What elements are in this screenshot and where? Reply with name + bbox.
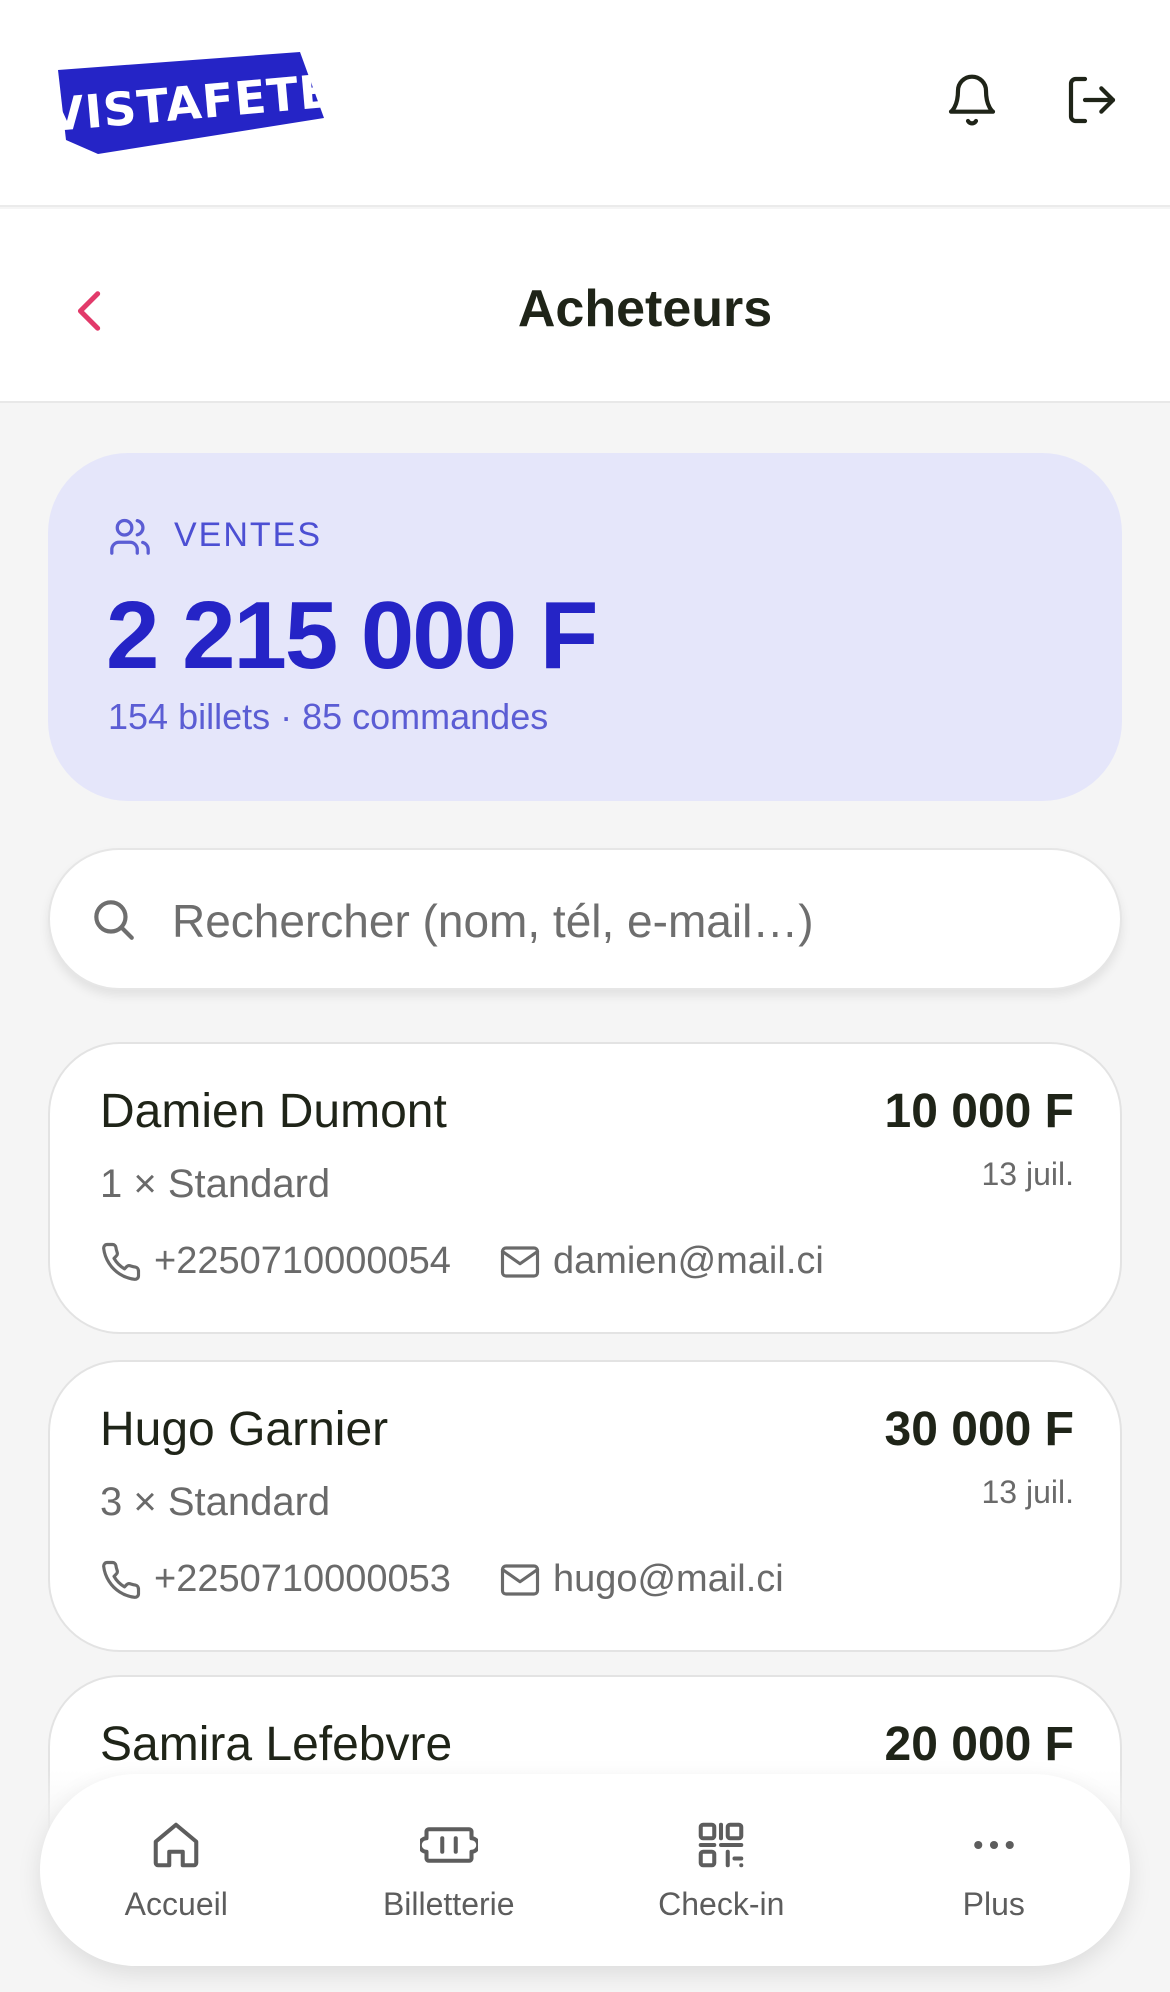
- buyer-email-text: damien@mail.ci: [552, 1240, 824, 1282]
- nav-item-accueil[interactable]: Accueil: [61, 1774, 291, 1966]
- mail-icon: [500, 1245, 540, 1278]
- phone-icon: [102, 1242, 141, 1281]
- summary-label-row: VENTES: [108, 515, 322, 555]
- sales-summary-subtitle: 154 billets · 85 commandes: [108, 696, 549, 737]
- sales-total-amount: 2 215 000 F: [106, 582, 598, 689]
- app-logo[interactable]: VISTAFETE: [46, 52, 334, 154]
- buyer-tickets: 3 × Standard: [100, 1480, 331, 1524]
- buyer-email[interactable]: hugo@mail.ci: [499, 1558, 784, 1601]
- nav-label: Plus: [962, 1885, 1025, 1922]
- top-bar: VISTAFETE: [0, 0, 1170, 207]
- users-icon: [110, 518, 150, 555]
- buyer-tickets: 1 × Standard: [100, 1162, 331, 1206]
- buyer-phone[interactable]: +2250710000053: [100, 1558, 451, 1601]
- bell-icon: [948, 74, 996, 126]
- phone-icon: [102, 1560, 141, 1599]
- search-icon: [94, 900, 134, 940]
- buyer-name: Hugo Garnier: [100, 1403, 389, 1456]
- nav-item-check-in[interactable]: Check-in: [606, 1774, 836, 1966]
- notifications-button[interactable]: [942, 70, 1002, 130]
- buyer-amount: 30 000 F: [884, 1403, 1074, 1456]
- buyer-phone-text: +2250710000054: [154, 1240, 451, 1282]
- buyer-date: 13 juil.: [981, 1156, 1075, 1192]
- buyer-contact: +2250710000053 hugo@mail.ci: [100, 1558, 784, 1601]
- buyer-email-text: hugo@mail.ci: [552, 1558, 784, 1600]
- nav-label: Billetterie: [382, 1885, 515, 1922]
- mail-icon: [500, 1563, 540, 1596]
- buyer-name: Samira Lefebvre: [100, 1718, 453, 1771]
- buyer-date: 13 juil.: [981, 1474, 1075, 1510]
- bottom-navigation: Accueil Billetterie Check-in Plus: [40, 1774, 1130, 1966]
- nav-item-billetterie[interactable]: Billetterie: [334, 1774, 564, 1966]
- sales-summary-card: VENTES 2 215 000 F 154 billets · 85 comm…: [48, 453, 1122, 801]
- buyer-phone[interactable]: +2250710000054: [100, 1240, 451, 1283]
- buyer-card[interactable]: Damien Dumont 1 × Standard 10 000 F 13 j…: [48, 1042, 1122, 1334]
- buyer-phone-text: +2250710000053: [154, 1558, 451, 1600]
- buyer-contact: +2250710000054 damien@mail.ci: [100, 1240, 824, 1283]
- logout-button[interactable]: [1062, 70, 1122, 130]
- search-bar: [48, 848, 1122, 990]
- more-icon: [973, 1840, 1014, 1849]
- buyer-email[interactable]: damien@mail.ci: [499, 1240, 824, 1283]
- nav-label: Check-in: [658, 1885, 785, 1922]
- logout-icon: [1068, 76, 1116, 124]
- search-input[interactable]: [172, 878, 1072, 964]
- home-icon: [153, 1822, 199, 1867]
- qr-code-icon: [698, 1822, 744, 1867]
- page-header: Acheteurs: [0, 209, 1170, 403]
- buyer-amount: 20 000 F: [884, 1718, 1074, 1771]
- buyer-amount: 10 000 F: [884, 1085, 1074, 1138]
- buyer-name: Damien Dumont: [100, 1085, 447, 1138]
- page-title: Acheteurs: [517, 280, 773, 338]
- summary-label: VENTES: [174, 515, 323, 554]
- nav-label: Accueil: [124, 1885, 228, 1922]
- buyer-card[interactable]: Hugo Garnier 3 × Standard 30 000 F 13 ju…: [48, 1360, 1122, 1652]
- ticket-icon: [419, 1826, 478, 1863]
- nav-item-plus[interactable]: Plus: [879, 1774, 1109, 1966]
